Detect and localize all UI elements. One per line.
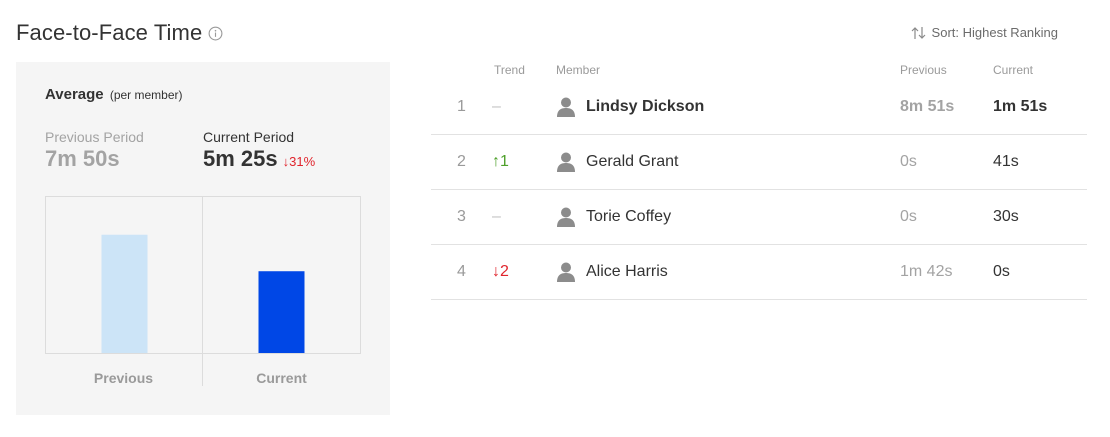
current-value: 1m 51s [993, 98, 1048, 115]
table-row[interactable]: 1 – Lindsy Dickson 8m 51s 1m 51s [431, 80, 1087, 135]
trend-indicator: ↓2 [492, 263, 509, 280]
member-name[interactable]: Gerald Grant [586, 153, 678, 171]
current-period: Current Period 5m 25s ↓31% [203, 129, 315, 172]
table-row[interactable]: 4 ↓2 Alice Harris 1m 42s 0s [431, 245, 1087, 300]
chart-label-current: Current [256, 370, 307, 386]
trend-indicator: ↑1 [492, 153, 509, 170]
sort-dropdown[interactable]: Sort: Highest Ranking [910, 25, 1058, 40]
info-icon[interactable] [208, 26, 223, 41]
user-avatar-icon [557, 152, 575, 172]
sort-label: Sort: Highest Ranking [931, 25, 1058, 40]
user-avatar-icon [557, 262, 575, 282]
table-row[interactable]: 3 – Torie Coffey 0s 30s [431, 190, 1087, 245]
trend-indicator: – [492, 98, 501, 115]
average-bar-chart [45, 196, 361, 354]
table-row[interactable]: 2 ↑1 Gerald Grant 0s 41s [431, 135, 1087, 190]
rank: 4 [457, 263, 466, 280]
current-value: 30s [993, 208, 1019, 225]
chart-label-previous: Previous [93, 370, 154, 386]
current-period-time: 5m 25s [203, 146, 278, 171]
member-name[interactable]: Alice Harris [586, 263, 668, 281]
page-title: Face-to-Face Time [16, 20, 203, 45]
chart-divider [202, 196, 203, 386]
previous-period: Previous Period 7m 50s [45, 129, 144, 172]
current-value: 41s [993, 153, 1019, 170]
average-title: Average [45, 86, 104, 103]
bar-chart-svg [101, 234, 305, 353]
current-period-label: Current Period [203, 129, 295, 145]
sort-arrows-icon [911, 26, 925, 39]
column-header-trend: Trend [494, 63, 525, 77]
rank: 2 [457, 153, 466, 170]
previous-period-value: 7m 50s [45, 146, 144, 172]
member-name[interactable]: Lindsy Dickson [586, 98, 704, 116]
rank: 1 [457, 98, 466, 115]
rank: 3 [457, 208, 466, 225]
current-period-value: 5m 25s ↓31% [203, 146, 315, 172]
bar-current [258, 271, 305, 353]
table-header: Trend Member Previous Current [431, 62, 1087, 80]
trend-indicator: – [492, 208, 501, 225]
current-value: 0s [993, 263, 1010, 280]
user-avatar-icon [557, 207, 575, 227]
average-heading: Average (per member) [45, 86, 183, 103]
previous-value: 8m 51s [900, 98, 955, 115]
user-avatar-icon [557, 97, 575, 117]
bar-previous [101, 234, 148, 353]
average-panel: Average (per member) Previous Period 7m … [16, 62, 390, 415]
title-row: Face-to-Face Time [16, 20, 223, 46]
previous-value: 0s [900, 153, 917, 170]
change-badge: ↓31% [282, 154, 316, 169]
previous-value: 1m 42s [900, 263, 953, 280]
member-name[interactable]: Torie Coffey [586, 208, 671, 226]
previous-period-label: Previous Period [45, 129, 144, 145]
previous-period-time: 7m 50s [45, 146, 120, 171]
column-header-member: Member [556, 63, 601, 77]
previous-value: 0s [900, 208, 917, 225]
average-subtitle: (per member) [109, 88, 183, 102]
column-header-previous: Previous [900, 63, 947, 77]
column-header-current: Current [993, 63, 1034, 77]
member-ranking-table: Trend Member Previous Current 1 – Lindsy… [431, 62, 1087, 300]
